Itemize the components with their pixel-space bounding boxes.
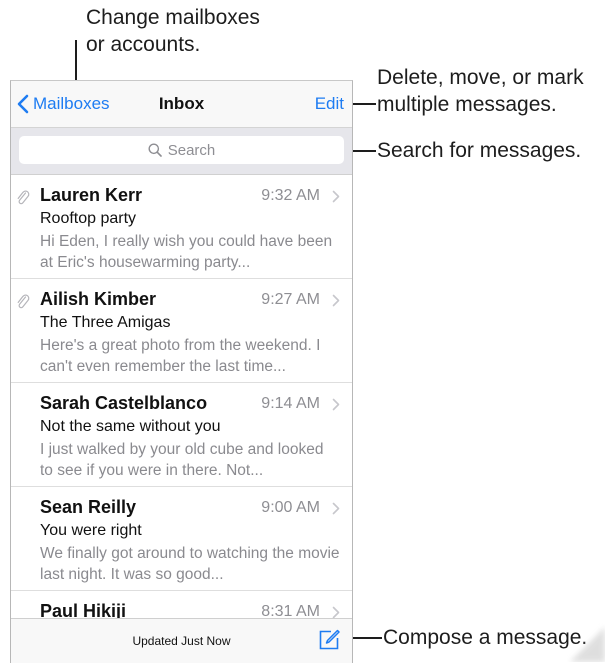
compose-icon[interactable] bbox=[318, 629, 340, 651]
watermark-shape bbox=[570, 627, 605, 662]
chevron-right-icon bbox=[332, 398, 340, 411]
chevron-right-icon bbox=[332, 294, 340, 307]
message-preview: We finally got around to watching the mo… bbox=[40, 545, 340, 583]
chevron-right-icon bbox=[332, 502, 340, 515]
message-preview: Here's a great photo from the weekend. I… bbox=[40, 337, 321, 375]
search-placeholder: Search bbox=[167, 141, 216, 159]
callout-line: Delete, move, or mark bbox=[377, 66, 584, 89]
message-sender: Ailish Kimber bbox=[40, 289, 157, 309]
callout-search: Search for messages. bbox=[377, 139, 582, 162]
mail-screen: Mailboxes Inbox Edit Search Lauren Kerr … bbox=[10, 80, 353, 663]
bottom-toolbar: Updated Just Now bbox=[11, 618, 352, 663]
message-sender: Lauren Kerr bbox=[40, 185, 143, 205]
navigation-bar: Mailboxes Inbox Edit bbox=[11, 81, 352, 128]
search-icon bbox=[148, 143, 162, 157]
paperclip-icon bbox=[17, 294, 30, 309]
message-row[interactable]: Sarah Castelblanco 9:14 AM Not the same … bbox=[11, 383, 352, 487]
message-time: 9:14 AM bbox=[261, 395, 320, 412]
paperclip-icon bbox=[17, 190, 30, 205]
message-time: 9:00 AM bbox=[261, 499, 320, 516]
message-time: 9:27 AM bbox=[261, 291, 320, 308]
message-time: 9:32 AM bbox=[261, 187, 320, 204]
search-bar: Search bbox=[11, 128, 352, 175]
callout-line: Change mailboxes bbox=[86, 6, 260, 29]
callout-change-mailboxes: Change mailboxes or accounts. bbox=[86, 4, 260, 58]
update-status: Updated Just Now bbox=[132, 634, 231, 648]
callout-line: or accounts. bbox=[86, 33, 201, 56]
chevron-right-icon bbox=[332, 190, 340, 203]
message-row[interactable]: Sean Reilly 9:00 AM You were right We fi… bbox=[11, 487, 352, 591]
message-sender: Sarah Castelblanco bbox=[40, 393, 208, 413]
message-subject: You were right bbox=[40, 522, 142, 539]
message-subject: Rooftop party bbox=[40, 210, 137, 227]
message-preview: I just walked by your old cube and looke… bbox=[40, 441, 324, 479]
message-subject: The Three Amigas bbox=[40, 314, 171, 331]
message-row[interactable]: Lauren Kerr 9:32 AM Rooftop party Hi Ede… bbox=[11, 175, 352, 279]
message-sender: Sean Reilly bbox=[40, 497, 137, 517]
search-input[interactable]: Search bbox=[19, 136, 344, 164]
message-preview: Hi Eden, I really wish you could have be… bbox=[40, 233, 333, 271]
message-row[interactable]: Ailish Kimber 9:27 AM The Three Amigas H… bbox=[11, 279, 352, 383]
edit-button[interactable]: Edit bbox=[315, 94, 344, 114]
callout-line: multiple messages. bbox=[377, 93, 557, 116]
callout-edit: Delete, move, or mark multiple messages. bbox=[377, 64, 584, 118]
page-title: Inbox bbox=[158, 94, 205, 113]
message-subject: Not the same without you bbox=[40, 418, 221, 435]
